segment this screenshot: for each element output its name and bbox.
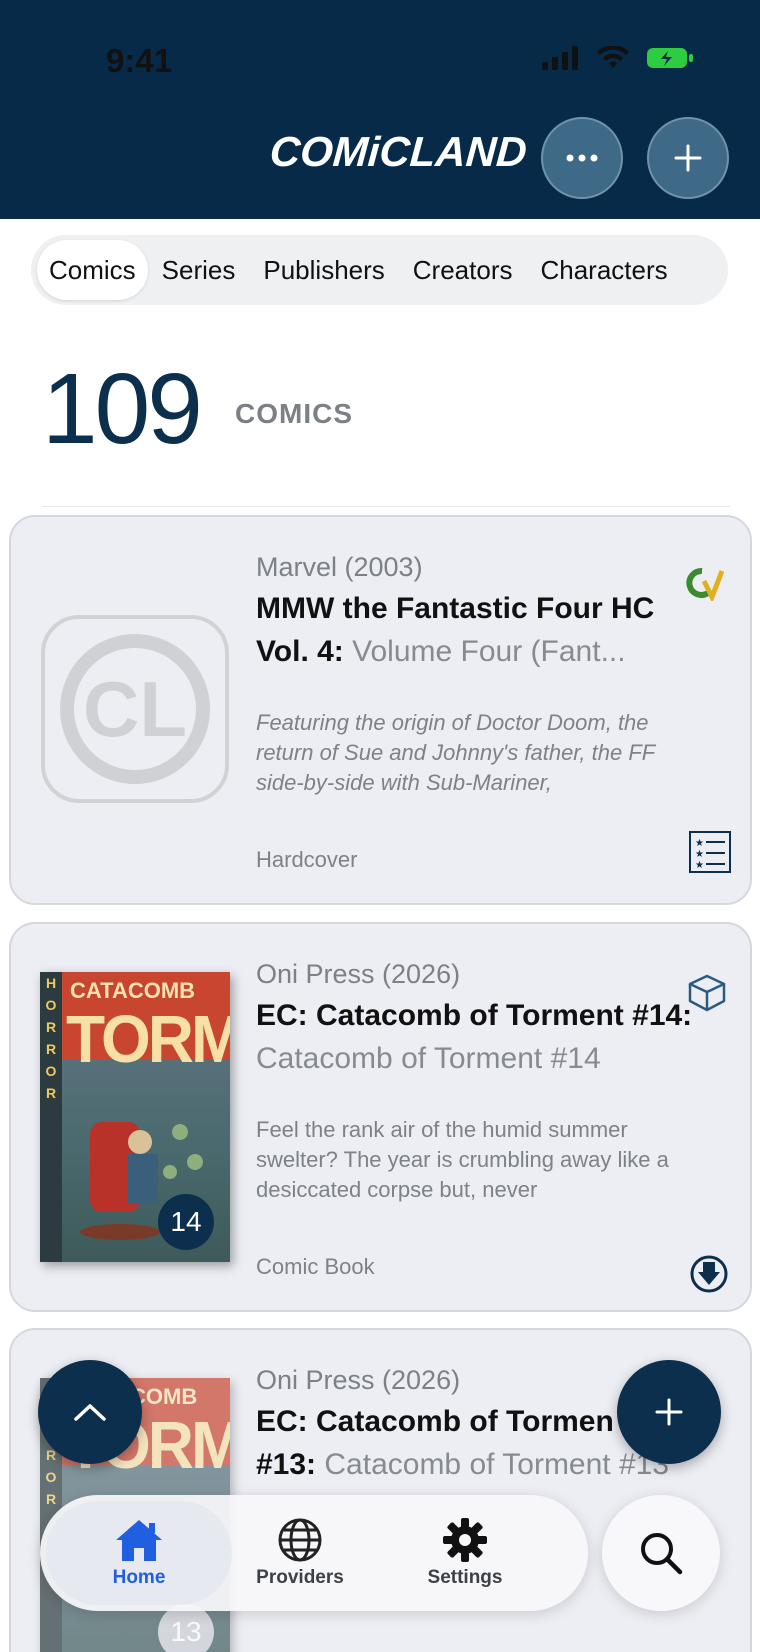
comic-description: Featuring the origin of Doctor Doom, the… [256, 710, 655, 795]
comic-count: 109 [42, 353, 203, 465]
comic-count-label: COMICS [235, 398, 353, 429]
placeholder-cover: CL [40, 614, 230, 804]
house-icon [116, 1520, 162, 1561]
comic-format: Comic Book [256, 1254, 375, 1279]
comic-cover: HORROR CATACOMB TORMENT 14 [40, 972, 230, 1262]
wifi-icon [597, 46, 629, 68]
tabbar-label: Home [112, 1567, 166, 1588]
scroll-to-top-button[interactable] [38, 1360, 142, 1464]
cellular-signal-icon [542, 46, 578, 70]
divider [42, 506, 730, 507]
app-logo: COMiCLAND [268, 128, 529, 175]
status-icons [542, 46, 694, 70]
more-options-button[interactable] [541, 117, 623, 199]
tabbar-item-settings[interactable]: Settings [385, 1501, 545, 1605]
comicvine-icon [686, 567, 725, 606]
tabbar-label: Settings [427, 1567, 503, 1588]
bottom-tab-bar: Home Providers Settings [40, 1495, 588, 1611]
tabbar-item-providers[interactable]: Providers [220, 1501, 380, 1605]
battery-icon [647, 48, 693, 68]
comic-format: Hardcover [256, 847, 358, 872]
issue-number-badge: 13 [158, 1604, 214, 1652]
tab-creators[interactable]: Creators [399, 240, 527, 300]
ellipsis-icon [566, 154, 598, 162]
comic-card[interactable]: CL Marvel (2003) MMW the Fantastic Four … [9, 515, 752, 905]
issue-number-badge: 14 [158, 1194, 214, 1250]
status-time: 9:41 [106, 42, 173, 79]
comicland-logo-icon: CL [41, 615, 229, 803]
add-comic-button[interactable] [647, 117, 729, 199]
cover-title-text: TORMENT [66, 1001, 230, 1077]
comic-title: EC: Catacomb of Torment #14: Catacomb of… [256, 999, 693, 1075]
chevron-up-icon [74, 1404, 106, 1421]
star-list-icon[interactable]: ★ ★ ★ [689, 831, 731, 878]
comic-title: MMW the Fantastic Four HC Vol. 4: Volume… [256, 592, 655, 668]
add-button[interactable] [617, 1360, 721, 1464]
tabbar-item-home[interactable]: Home [46, 1501, 232, 1605]
plus-icon [655, 1398, 683, 1426]
svg-text:★: ★ [695, 838, 704, 849]
category-tabs: Comics Series Publishers Creators Charac… [31, 235, 728, 305]
plus-icon [674, 144, 702, 172]
search-icon [641, 1533, 683, 1575]
globe-icon [278, 1518, 322, 1562]
download-icon[interactable] [689, 1254, 729, 1299]
gear-icon [443, 1518, 487, 1562]
app-header: 9:41 COMiCLAND [0, 0, 760, 219]
tab-characters[interactable]: Characters [526, 240, 681, 300]
tab-publishers[interactable]: Publishers [249, 240, 398, 300]
cover-spine: HORROR [40, 972, 62, 1262]
comic-description: Feel the rank air of the humid summer sw… [256, 1117, 669, 1202]
cover-top-text: CATACOMB [70, 978, 196, 1003]
publisher-year: Oni Press (2026) [256, 1365, 461, 1395]
box-icon [687, 974, 727, 1017]
tabbar-label: Providers [256, 1567, 344, 1588]
publisher-year: Marvel (2003) [256, 552, 423, 582]
svg-text:★: ★ [695, 849, 704, 860]
publisher-year: Oni Press (2026) [256, 959, 461, 989]
svg-text:CL: CL [83, 665, 187, 753]
svg-text:★: ★ [695, 860, 704, 871]
tab-comics[interactable]: Comics [37, 240, 148, 300]
comic-card[interactable]: HORROR CATACOMB TORMENT 14 Oni Press (20… [9, 922, 752, 1312]
search-button[interactable] [602, 1495, 720, 1611]
tab-series[interactable]: Series [148, 240, 250, 300]
